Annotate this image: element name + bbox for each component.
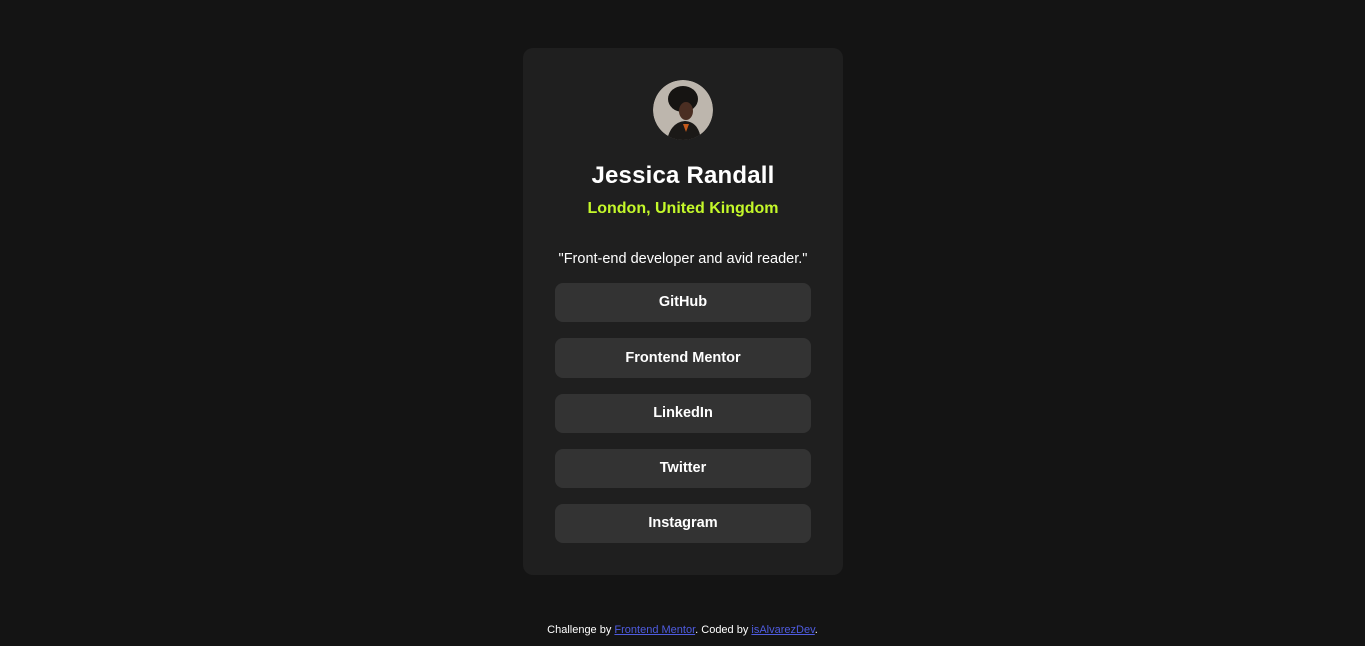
github-link-button[interactable]: GitHub <box>555 283 811 322</box>
author-footer-link[interactable]: isAlvarezDev <box>751 624 814 636</box>
social-links: GitHub Frontend Mentor LinkedIn Twitter … <box>523 283 843 543</box>
profile-bio: "Front-end developer and avid reader." <box>558 251 808 267</box>
instagram-link-button[interactable]: Instagram <box>555 504 811 543</box>
attribution-footer: Challenge by Frontend Mentor. Coded by i… <box>0 622 1365 638</box>
profile-location: London, United Kingdom <box>587 200 779 217</box>
frontend-mentor-footer-link[interactable]: Frontend Mentor <box>614 624 695 636</box>
frontend-mentor-link-button[interactable]: Frontend Mentor <box>555 338 811 378</box>
linkedin-link-button[interactable]: LinkedIn <box>555 394 811 433</box>
profile-card: Jessica Randall London, United Kingdom "… <box>523 48 843 575</box>
footer-prefix-text: Challenge by <box>547 624 615 636</box>
profile-name: Jessica Randall <box>591 162 775 189</box>
twitter-link-button[interactable]: Twitter <box>555 449 811 488</box>
profile-avatar <box>653 80 713 140</box>
footer-middle-text: . Coded by <box>695 624 752 636</box>
footer-suffix-text: . <box>814 624 818 636</box>
